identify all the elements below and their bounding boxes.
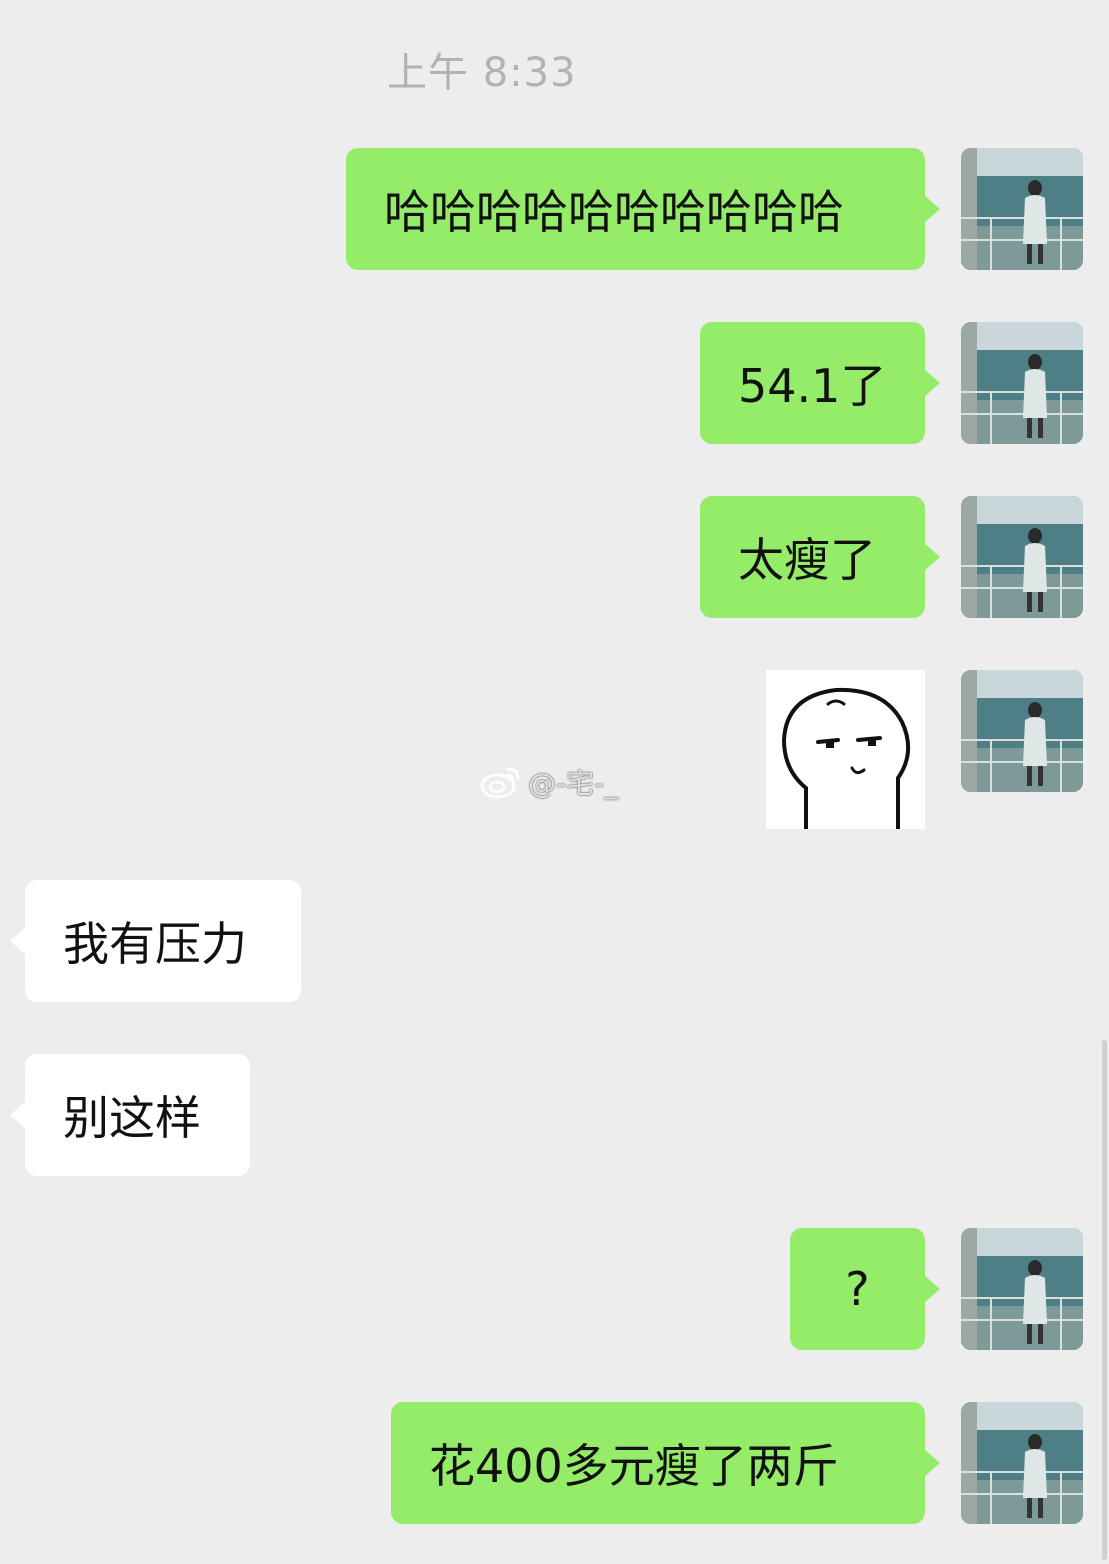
message-text: 我有压力 [63, 917, 247, 971]
message-bubble-sent[interactable]: ? [790, 1228, 940, 1350]
weibo-logo-icon [480, 767, 520, 799]
avatar-photo-icon [961, 148, 1083, 270]
message-text: 54.1了 [738, 359, 887, 413]
message-bubble-sent[interactable]: 哈哈哈哈哈哈哈哈哈哈 [346, 148, 940, 270]
chat-timestamp: 上午 8:33 [387, 50, 577, 96]
my-avatar[interactable] [961, 1402, 1083, 1524]
my-avatar[interactable] [961, 322, 1083, 444]
message-text: ? [845, 1262, 870, 1316]
message-bubble-sent[interactable]: 花400多元瘦了两斤 [391, 1402, 940, 1524]
message-text: 哈哈哈哈哈哈哈哈哈哈 [384, 185, 844, 239]
message-text: 花400多元瘦了两斤 [429, 1439, 839, 1493]
my-avatar[interactable] [961, 670, 1083, 792]
avatar-photo-icon [961, 322, 1083, 444]
message-bubble-sent[interactable]: 太瘦了 [700, 496, 940, 618]
avatar-photo-icon [961, 1402, 1083, 1524]
avatar-photo-icon [961, 1228, 1083, 1350]
watermark-text: @-宅-_ [528, 767, 619, 800]
message-bubble-received[interactable]: 我有压力 [10, 880, 301, 1002]
message-bubble-sent[interactable]: 54.1了 [700, 322, 940, 444]
message-bubble-received[interactable]: 别这样 [10, 1054, 250, 1176]
message-text: 别这样 [63, 1091, 201, 1145]
my-avatar[interactable] [961, 148, 1083, 270]
sticker-message[interactable] [766, 670, 925, 829]
avatar-photo-icon [961, 496, 1083, 618]
avatar-photo-icon [961, 670, 1083, 792]
smirk-face-sticker-icon [766, 670, 925, 829]
my-avatar[interactable] [961, 1228, 1083, 1350]
chat-scrollbar[interactable] [1102, 1040, 1107, 1560]
message-text: 太瘦了 [738, 533, 876, 587]
weibo-watermark: @-宅-_ [480, 762, 618, 802]
my-avatar[interactable] [961, 496, 1083, 618]
